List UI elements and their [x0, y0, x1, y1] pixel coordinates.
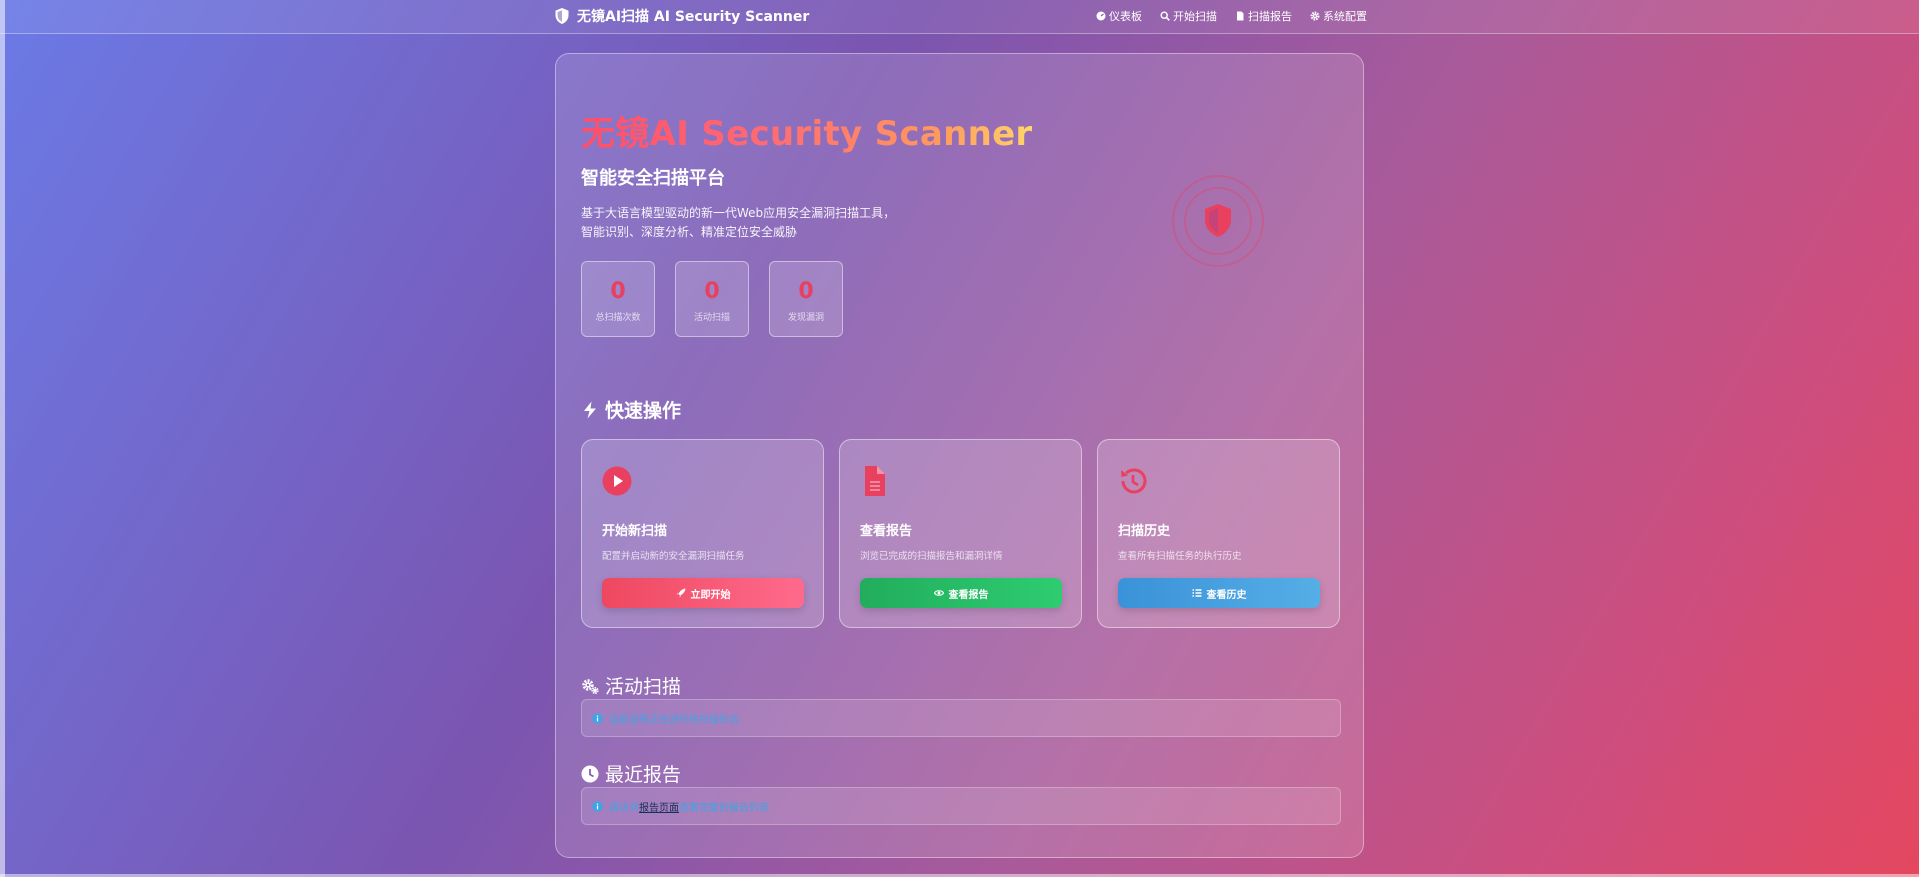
hero-subtitle: 智能安全扫描平台: [581, 168, 725, 189]
info-icon: [592, 800, 603, 812]
msg-prefix: 请访问: [609, 802, 639, 814]
recent-reports-heading: 最近报告: [581, 760, 681, 787]
bolt-icon: [584, 401, 596, 418]
card-title: 查看报告: [860, 524, 913, 539]
msg-suffix: 查看完整的报告列表: [679, 802, 769, 814]
rocket-icon: [676, 588, 685, 598]
stat-label: 活动扫描: [693, 313, 730, 323]
active-scans-title: 活动扫描: [605, 676, 682, 698]
nav-settings[interactable]: 系统配置: [1310, 8, 1367, 24]
active-scans-heading: 活动扫描: [581, 672, 681, 699]
nav-reports[interactable]: 扫描报告: [1235, 8, 1292, 24]
stat-label: 总扫描次数: [595, 313, 641, 323]
active-scans-message: 当前没有正在进行的扫描任务: [609, 714, 739, 726]
card-new-scan: 开始新扫描 配置并启动新的安全漏洞扫描任务 立即开始: [581, 439, 824, 628]
card-description: 浏览已完成的扫描报告和漏洞详情: [860, 551, 1003, 562]
view-history-label: 查看历史: [1206, 589, 1247, 601]
search-icon: [1160, 11, 1170, 21]
hero-desc-line-1: 基于大语言模型驱动的新一代Web应用安全漏洞扫描工具，: [581, 206, 896, 220]
nav-start-scan-label: 开始扫描: [1173, 10, 1217, 23]
history-icon: [1121, 468, 1147, 494]
hero-title: 无镜AI Security Scanner: [581, 106, 1033, 155]
start-now-button[interactable]: 立即开始: [602, 578, 804, 608]
card-description: 查看所有扫描任务的执行历史: [1118, 551, 1242, 562]
quick-actions-cards: 开始新扫描 配置并启动新的安全漏洞扫描任务 立即开始 查看报告 浏览已完成的扫描…: [581, 439, 1340, 628]
stat-vulnerabilities: 0 发现漏洞: [769, 261, 843, 337]
gear-icon: [1310, 11, 1320, 21]
card-scan-history: 扫描历史 查看所有扫描任务的执行历史 查看历史: [1097, 439, 1340, 628]
stat-value: 0: [704, 279, 720, 304]
nav-start-scan[interactable]: 开始扫描: [1160, 8, 1217, 24]
recent-reports-message: 请访问报告页面查看完整的报告列表: [609, 799, 769, 814]
brand[interactable]: 无镜AI扫描 AI Security Scanner: [555, 6, 809, 26]
file-icon: [1237, 11, 1244, 21]
start-now-label: 立即开始: [690, 589, 731, 601]
reports-page-link[interactable]: 报告页面: [639, 803, 679, 814]
shield-logo-icon: [555, 8, 569, 24]
nav-dashboard-label: 仪表板: [1109, 10, 1142, 23]
stat-total-scans: 0 总扫描次数: [581, 261, 655, 337]
active-scans-info: 当前没有正在进行的扫描任务: [581, 699, 1341, 737]
card-description: 配置并启动新的安全漏洞扫描任务: [602, 551, 745, 562]
recent-reports-title: 最近报告: [605, 764, 682, 786]
nav-reports-label: 扫描报告: [1248, 10, 1292, 23]
info-icon: [592, 712, 603, 724]
dashboard-icon: [1096, 11, 1106, 21]
quick-actions-title: 快速操作: [605, 400, 682, 422]
hero-desc-line-2: 智能识别、深度分析、精准定位安全威胁: [581, 225, 798, 239]
list-icon: [1192, 589, 1201, 597]
window-edge: [0, 0, 5, 877]
file-text-icon: [865, 466, 885, 496]
card-title: 扫描历史: [1118, 524, 1171, 539]
stat-label: 发现漏洞: [787, 313, 824, 323]
view-history-button[interactable]: 查看历史: [1118, 578, 1320, 608]
recent-reports-info: 请访问报告页面查看完整的报告列表: [581, 787, 1341, 825]
nav-dashboard[interactable]: 仪表板: [1096, 8, 1142, 24]
hero-description: 基于大语言模型驱动的新一代Web应用安全漏洞扫描工具， 智能识别、深度分析、精准…: [581, 204, 895, 242]
view-reports-button[interactable]: 查看报告: [860, 578, 1062, 608]
brand-label: 无镜AI扫描 AI Security Scanner: [577, 9, 810, 25]
navbar: 无镜AI扫描 AI Security Scanner 仪表板 开始扫描 扫描报告…: [0, 0, 1919, 34]
clock-icon: [581, 765, 599, 782]
shield-emblem-icon: [1172, 175, 1264, 267]
gears-icon: [582, 678, 599, 694]
quick-actions-heading: 快速操作: [581, 396, 681, 423]
nav-links: 仪表板 开始扫描 扫描报告 系统配置: [1096, 8, 1367, 24]
nav-settings-label: 系统配置: [1323, 10, 1367, 23]
stat-active-scans: 0 活动扫描: [675, 261, 749, 337]
view-reports-label: 查看报告: [948, 589, 989, 601]
eye-icon: [933, 590, 944, 596]
stat-value: 0: [798, 279, 814, 304]
stats-row: 0 总扫描次数 0 活动扫描 0 发现漏洞: [581, 261, 843, 337]
main-panel: 无镜AI Security Scanner 智能安全扫描平台 基于大语言模型驱动…: [555, 53, 1364, 858]
card-view-reports: 查看报告 浏览已完成的扫描报告和漏洞详情 查看报告: [839, 439, 1082, 628]
card-title: 开始新扫描: [602, 524, 668, 539]
stat-value: 0: [610, 279, 626, 304]
play-circle-icon: [602, 466, 632, 496]
